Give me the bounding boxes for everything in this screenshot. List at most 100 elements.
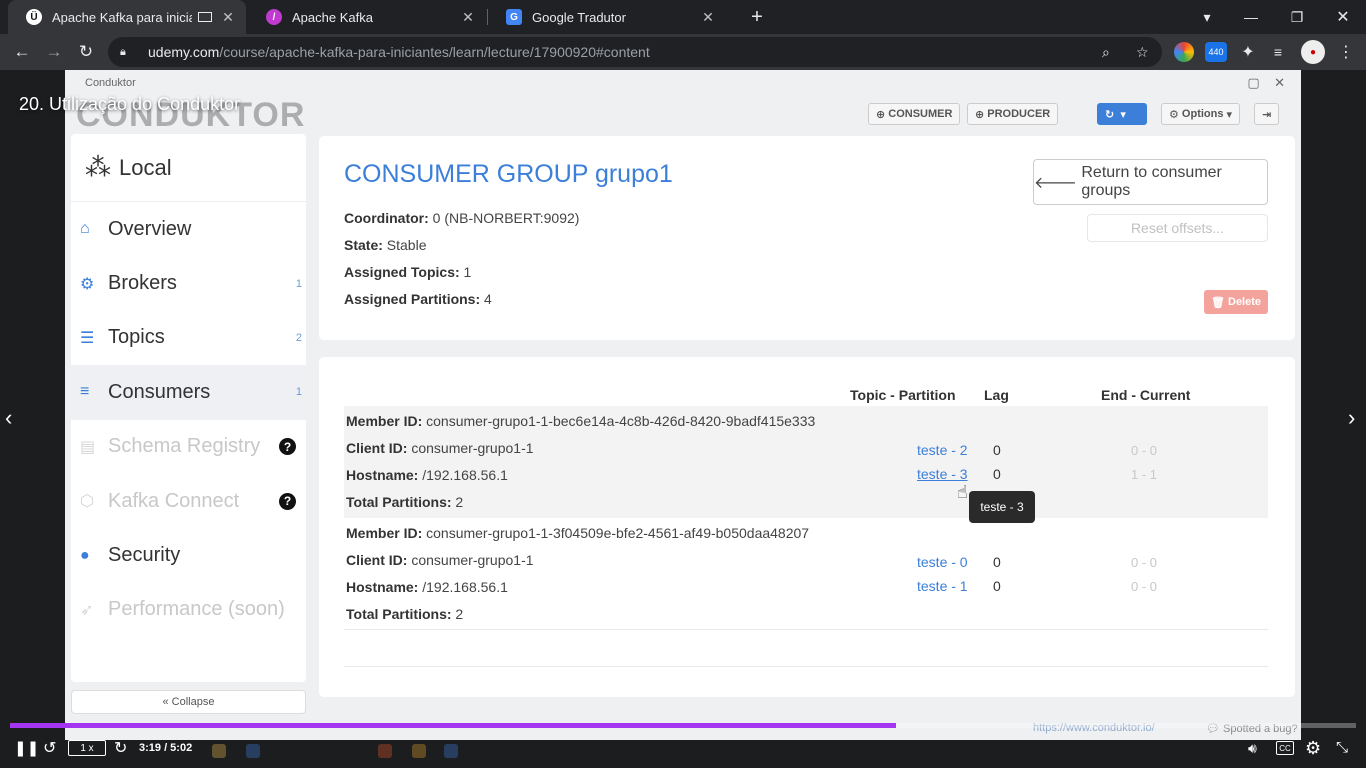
assigned-topics-row: Assigned Topics: 1 — [344, 264, 471, 280]
lecture-title: 20. Utilização do Conduktor — [19, 94, 241, 114]
rewind-icon[interactable]: ↺ — [43, 738, 56, 758]
hexagon-icon: ⬡ — [80, 493, 94, 511]
home-icon: ⌂ — [80, 220, 90, 238]
sidebar-item-topics[interactable]: ☰ Topics 2 — [71, 311, 306, 365]
pause-icon[interactable]: ❚❚ — [14, 739, 39, 757]
coordinator-label: Coordinator: — [344, 210, 429, 226]
close-window-icon[interactable]: ✕ — [1320, 0, 1366, 34]
extensions-puzzle-icon[interactable]: ✦ — [1238, 42, 1258, 62]
sidebar-item-brokers[interactable]: ⚙ Brokers 1 — [71, 256, 306, 310]
settings-gear-icon[interactable]: ⚙ — [1305, 738, 1321, 759]
bookmark-star-icon[interactable]: ☆ — [1136, 44, 1149, 61]
zoom-icon[interactable]: ⌕ — [1102, 44, 1110, 61]
consumer-label: CONSUMER — [888, 108, 953, 120]
taskbar-app-icon — [378, 744, 392, 758]
taskbar-folder-icon — [212, 744, 226, 758]
server-icon: ☰ — [80, 329, 95, 347]
total-partitions-row: Total Partitions: 2 — [346, 606, 463, 622]
sidebar-item-label: Kafka Connect — [108, 489, 240, 512]
total-partitions-label: Total Partitions: — [346, 606, 452, 622]
lock-icon: 🔒︎ — [120, 45, 126, 58]
member-id-row: Member ID: consumer-grupo1-1-bec6e14a-4c… — [346, 413, 815, 429]
tab-search-icon[interactable]: ▾ — [1184, 0, 1230, 34]
producer-button[interactable]: ⊕ PRODUCER — [967, 103, 1059, 125]
player-controls: ❚❚ ↺ ↻ — [0, 730, 1366, 768]
state-label: State: — [344, 237, 383, 253]
sidebar-item-security[interactable]: ● Security — [71, 528, 306, 582]
member-id-value: consumer-grupo1-1-bec6e14a-4c8b-426d-842… — [426, 413, 816, 429]
back-icon[interactable]: ← — [8, 38, 36, 66]
refresh-dropdown-button[interactable]: ↻ ▾ — [1097, 103, 1147, 125]
client-id-row: Client ID: consumer-grupo1-1 — [346, 440, 534, 456]
client-id-value: consumer-grupo1-1 — [411, 440, 534, 456]
assigned-topics-label: Assigned Topics: — [344, 264, 460, 280]
address-bar[interactable]: 🔒︎ udemy.com/course/apache-kafka-para-in… — [108, 37, 1162, 67]
close-tab-icon[interactable]: ✕ — [698, 9, 718, 26]
lag-value: 0 — [993, 578, 1001, 594]
sidebar-item-consumers[interactable]: ≡ Consumers 1 — [71, 365, 306, 420]
close-tab-icon[interactable]: ✕ — [458, 9, 478, 26]
header-lag: Lag — [984, 387, 1009, 403]
tab-google-tradutor[interactable]: G Google Tradutor ✕ — [488, 0, 726, 34]
topic-partition-link[interactable]: teste - 3 — [917, 466, 968, 482]
sidebar-item-overview[interactable]: ⌂ Overview — [71, 202, 306, 256]
lock-icon: ● — [80, 546, 90, 564]
topic-partition-link[interactable]: teste - 1 — [917, 578, 968, 594]
logout-icon[interactable]: ⇥ — [1254, 103, 1280, 125]
options-button[interactable]: ⚙ Options ▾ — [1161, 103, 1241, 125]
google-translate-favicon-icon: G — [506, 9, 522, 25]
delete-label: Delete — [1228, 296, 1262, 308]
hand-cursor-icon: ☝︎ — [957, 482, 968, 502]
sidebar-item-label: Consumers — [108, 380, 211, 403]
delete-button[interactable]: 🗑︎ Delete — [1204, 290, 1268, 314]
coordinator-row: Coordinator: 0 (NB-NORBERT:9092) — [344, 210, 579, 226]
member-id-row: Member ID: consumer-grupo1-1-3f04509e-bf… — [346, 525, 809, 541]
state-value: Stable — [386, 237, 427, 253]
profile-avatar[interactable]: ● — [1301, 40, 1325, 64]
hostname-row: Hostname: /192.168.56.1 — [346, 467, 508, 483]
topic-partition-link[interactable]: teste - 2 — [917, 442, 968, 458]
consumer-button[interactable]: ⊕ CONSUMER — [868, 103, 961, 125]
collapse-sidebar-button[interactable]: « Collapse — [71, 690, 306, 714]
total-partitions-value: 2 — [455, 606, 464, 622]
app-window-title: Conduktor — [85, 77, 136, 89]
next-lecture-icon[interactable]: › — [1348, 405, 1355, 431]
exit-fullscreen-icon[interactable]: ⤡ — [1336, 739, 1348, 756]
browser-menu-icon[interactable]: ⋮ — [1336, 42, 1356, 62]
reset-offsets-button[interactable]: Reset offsets... — [1087, 214, 1268, 242]
restore-icon[interactable]: ❐ — [1274, 0, 1320, 34]
sidebar-item-schema-registry[interactable]: ▤ Schema Registry ? — [71, 420, 306, 474]
member-id-label: Member ID: — [346, 413, 423, 429]
divider — [344, 629, 1268, 630]
reload-icon[interactable]: ↻ — [72, 38, 100, 66]
extension-color-icon[interactable] — [1174, 42, 1194, 62]
sidebar-item-kafka-connect[interactable]: ⬡ Kafka Connect ? — [71, 474, 306, 528]
lag-value: 0 — [993, 466, 1001, 482]
volume-icon[interactable]: 🔊︎ — [1248, 740, 1257, 757]
return-to-consumer-groups-button[interactable]: 🡐︎ Return to consumer groups — [1033, 159, 1268, 205]
playback-speed-button[interactable]: 1 x — [68, 740, 106, 756]
tab-title: Google Tradutor — [532, 9, 626, 25]
captions-icon[interactable]: CC — [1276, 741, 1294, 755]
end-current-value: 0 - 0 — [1131, 579, 1158, 594]
forward-5s-icon[interactable]: ↻ — [114, 738, 127, 758]
extension-badge-icon[interactable]: 440 — [1205, 42, 1227, 62]
client-id-value: consumer-grupo1-1 — [411, 552, 534, 568]
end-current-value: 0 - 0 — [1131, 443, 1158, 458]
assigned-partitions-label: Assigned Partitions: — [344, 291, 481, 307]
sidebar-item-performance[interactable]: ➶ Performance (soon) — [71, 583, 306, 637]
forward-icon[interactable]: → — [40, 38, 68, 66]
topic-partition-link[interactable]: teste - 0 — [917, 554, 968, 570]
member-id-value: consumer-grupo1-1-3f04509e-bfe2-4561-af4… — [426, 525, 810, 541]
tab-apache-kafka[interactable]: / Apache Kafka ✕ — [248, 0, 486, 34]
help-icon[interactable]: ? — [279, 492, 296, 510]
new-tab-button[interactable]: + — [734, 0, 780, 34]
close-tab-icon[interactable]: ✕ — [218, 9, 238, 26]
previous-lecture-icon[interactable]: ‹ — [5, 405, 12, 431]
cluster-header[interactable]: ⁂ Local — [71, 134, 306, 202]
reading-list-icon[interactable]: ≡ — [1268, 42, 1288, 62]
return-label: Return to consumer groups — [1081, 164, 1222, 199]
tab-apache-kafka-iniciantes[interactable]: Ü Apache Kafka para iniciantes ✕ — [8, 0, 246, 34]
help-icon[interactable]: ? — [279, 438, 296, 456]
minimize-icon[interactable]: — — [1228, 0, 1274, 34]
